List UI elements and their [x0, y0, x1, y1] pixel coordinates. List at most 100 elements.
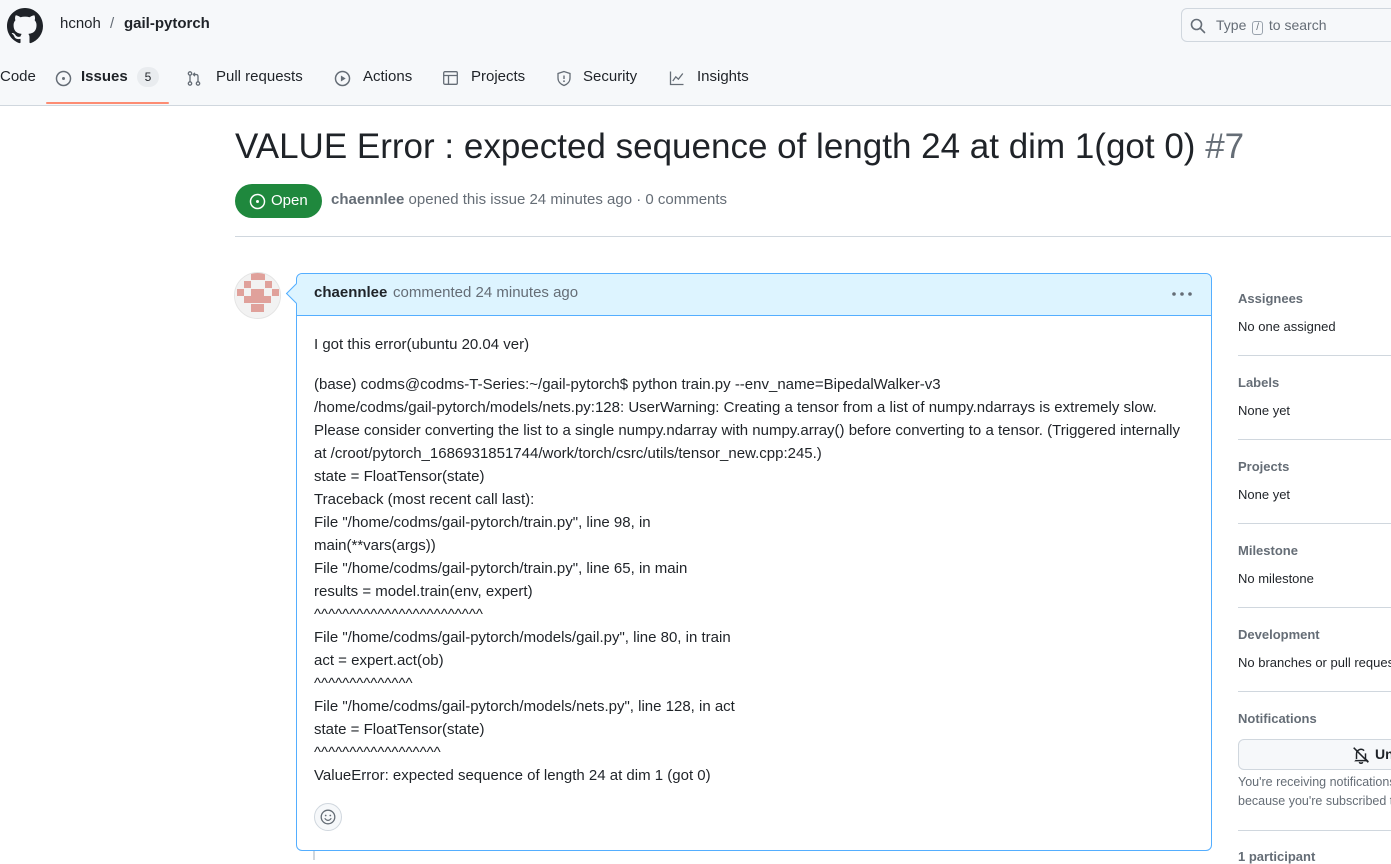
tab-actions[interactable]: Actions	[334, 68, 424, 88]
comment-header: chaennlee commented 24 minutes ago	[297, 274, 1211, 316]
labels-heading: Labels	[1238, 375, 1280, 390]
issue-state-badge: Open	[235, 184, 322, 218]
search-icon	[1190, 18, 1206, 34]
log-line: ValueError: expected sequence of length …	[314, 767, 711, 784]
repo-header: hcnoh / gail-pytorch Type / to search Co…	[0, 0, 1391, 106]
log-line: results = model.train(env, expert)	[314, 583, 533, 600]
sidebar-divider	[1238, 355, 1391, 356]
log-line: state = FloatTensor(state)	[314, 468, 485, 485]
issue-opened-icon	[55, 70, 72, 87]
issue-opened-text: opened this issue 24 minutes ago · 0 com…	[408, 191, 728, 208]
smiley-icon	[320, 809, 336, 825]
search-placeholder-prefix: Type	[1216, 17, 1247, 33]
notifications-heading: Notifications	[1238, 711, 1317, 726]
comment-timestamp[interactable]: commented 24 minutes ago	[393, 284, 578, 301]
comment-intro: I got this error(ubuntu 20.04 ver)	[314, 336, 530, 353]
log-line: ^^^^^^^^^^^^^^^^^^^^^^^^	[314, 606, 483, 623]
assignees-value: No one assigned	[1238, 319, 1336, 334]
assignees-heading: Assignees	[1238, 291, 1304, 306]
graph-icon	[669, 71, 684, 86]
header-divider	[235, 236, 1391, 237]
projects-value: None yet	[1238, 487, 1291, 502]
sidebar-divider	[1238, 523, 1391, 524]
issue-title: VALUE Error : expected sequence of lengt…	[235, 127, 1244, 167]
path-separator: /	[110, 15, 115, 32]
bell-slash-icon	[1353, 747, 1369, 764]
notification-note-clip: You're receiving notifications because y…	[1238, 773, 1391, 813]
notification-reason: You're receiving notifications because y…	[1238, 775, 1391, 808]
repo-owner-link[interactable]: hcnoh	[60, 15, 101, 32]
log-line: main(**vars(args))	[314, 537, 436, 554]
unsubscribe-clip: Unsubscribe	[1238, 739, 1391, 770]
sidebar-labels[interactable]: Labels None yet	[1238, 375, 1391, 418]
avatar[interactable]	[234, 272, 281, 319]
milestone-value: No milestone	[1238, 571, 1314, 586]
log-line: state = FloatTensor(state)	[314, 721, 485, 738]
sidebar-notifications: Notifications	[1238, 711, 1391, 726]
unsubscribe-label: Unsubscribe	[1375, 746, 1391, 762]
git-pull-request-icon	[187, 71, 201, 86]
search-placeholder-suffix: to search	[1268, 17, 1327, 33]
participants-heading: 1 participant	[1238, 849, 1316, 864]
tab-actions-label: Actions	[363, 68, 413, 85]
log-line: File "/home/codms/gail-pytorch/models/ne…	[314, 698, 735, 715]
development-value: No branches or pull requests	[1238, 655, 1391, 670]
log-line: /home/codms/gail-pytorch/models/nets.py:…	[314, 399, 1157, 416]
log-line: File "/home/codms/gail-pytorch/train.py"…	[314, 514, 651, 531]
unsubscribe-button[interactable]: Unsubscribe	[1238, 739, 1391, 770]
issue-author-link[interactable]: chaennlee	[331, 191, 404, 208]
projects-heading: Projects	[1238, 459, 1290, 474]
sidebar-divider	[1238, 607, 1391, 608]
active-tab-indicator	[46, 102, 169, 104]
tab-issues-label: Issues	[81, 68, 128, 85]
tab-issues[interactable]: Issues 5	[55, 67, 165, 88]
shield-icon	[557, 70, 571, 87]
issue-state-label: Open	[271, 192, 308, 209]
search-input[interactable]: Type / to search	[1181, 8, 1391, 42]
kebab-horizontal-icon[interactable]	[1171, 286, 1193, 302]
comment-author-link[interactable]: chaennlee	[314, 284, 387, 301]
comment-body: I got this error(ubuntu 20.04 ver) (base…	[314, 333, 1194, 787]
log-line: (base) codms@codms-T-Series:~/gail-pytor…	[314, 376, 941, 393]
tab-insights-label: Insights	[697, 68, 749, 85]
sidebar-assignees[interactable]: Assignees No one assigned	[1238, 291, 1391, 334]
log-line: Traceback (most recent call last):	[314, 491, 535, 508]
search-shortcut-key: /	[1252, 21, 1264, 35]
log-line: Please consider converting the list to a…	[314, 422, 1180, 462]
play-icon	[334, 70, 351, 87]
tab-pull-requests[interactable]: Pull requests	[186, 68, 316, 88]
development-heading: Development	[1238, 627, 1320, 642]
tab-security[interactable]: Security	[556, 68, 646, 88]
tab-projects-label: Projects	[471, 68, 526, 85]
log-line: ^^^^^^^^^^^^^^^^^^	[314, 744, 441, 761]
sidebar-development[interactable]: Development No branches or pull requests	[1238, 627, 1391, 670]
sidebar-projects[interactable]: Projects None yet	[1238, 459, 1391, 502]
table-icon	[443, 71, 458, 85]
issue-meta: chaennlee opened this issue 24 minutes a…	[331, 191, 727, 208]
issue-number: #7	[1205, 127, 1245, 166]
labels-value: None yet	[1238, 403, 1291, 418]
identicon-icon	[235, 273, 280, 318]
log-line: act = expert.act(ob)	[314, 652, 444, 669]
add-reaction-button[interactable]	[314, 803, 342, 831]
github-logo-icon[interactable]	[7, 8, 43, 44]
repo-name-link[interactable]: gail-pytorch	[124, 15, 210, 32]
sidebar-divider	[1238, 830, 1391, 831]
issues-counter: 5	[137, 67, 159, 87]
tab-projects[interactable]: Projects	[442, 68, 537, 88]
log-line: File "/home/codms/gail-pytorch/models/ga…	[314, 629, 731, 646]
sidebar-divider	[1238, 691, 1391, 692]
tab-pull-requests-label: Pull requests	[216, 68, 303, 85]
tab-code[interactable]: Code	[0, 68, 36, 88]
tab-code-label: Code	[0, 68, 36, 85]
comment-card: chaennlee commented 24 minutes ago I got…	[285, 273, 1212, 851]
log-line: File "/home/codms/gail-pytorch/train.py"…	[314, 560, 688, 577]
tab-insights[interactable]: Insights	[668, 68, 758, 88]
sidebar-milestone[interactable]: Milestone No milestone	[1238, 543, 1391, 586]
search-placeholder: Type / to search	[1216, 17, 1327, 35]
milestone-heading: Milestone	[1238, 543, 1298, 558]
timeline-connector	[313, 850, 315, 860]
tab-security-label: Security	[583, 68, 638, 85]
issue-opened-icon	[249, 193, 266, 210]
sidebar-divider	[1238, 439, 1391, 440]
